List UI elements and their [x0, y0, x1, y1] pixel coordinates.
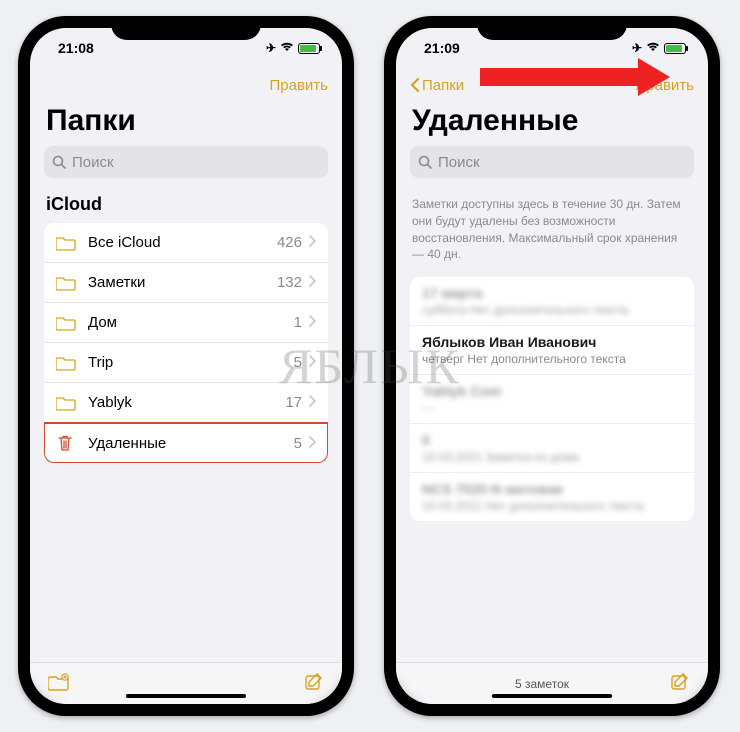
folder-label: Заметки: [88, 274, 277, 291]
chevron-right-icon: [308, 394, 316, 411]
annotation-arrow: [480, 58, 670, 94]
back-button[interactable]: Папки: [410, 77, 464, 94]
page-title: Удаленные: [396, 102, 708, 146]
folder-count: 5: [294, 435, 302, 452]
chevron-right-icon: [308, 274, 316, 291]
home-indicator[interactable]: [126, 694, 246, 698]
folder-count: 5: [294, 354, 302, 371]
note-title: NCS 7020-N матовая: [422, 481, 682, 497]
section-header: iCloud: [30, 188, 342, 215]
folder-row[interactable]: Trip5: [44, 343, 328, 383]
search-icon: [52, 155, 66, 169]
note-subtitle: 10.03.2021 Заметка из дома: [422, 450, 682, 464]
clock: 21:08: [58, 40, 94, 56]
folder-label: Yablyk: [88, 394, 285, 411]
folder-icon: [56, 355, 78, 371]
folder-label: Удаленные: [88, 435, 294, 452]
note-title: Яблыков Иван Иванович: [422, 334, 682, 350]
home-indicator[interactable]: [492, 694, 612, 698]
notch: [111, 16, 261, 40]
page-title: Папки: [30, 102, 342, 146]
note-subtitle: 10.03.2021 Нет дополнительного текста: [422, 499, 682, 513]
folder-list: Все iCloud426Заметки132Дом1Trip5Yablyk17…: [44, 223, 328, 463]
new-folder-button[interactable]: [48, 673, 70, 694]
folder-icon: [56, 395, 78, 411]
compose-button[interactable]: [670, 672, 690, 695]
status-icons: ✈: [632, 41, 686, 55]
folder-row[interactable]: Все iCloud426: [44, 223, 328, 263]
compose-button[interactable]: [304, 672, 324, 695]
airplane-icon: ✈: [266, 41, 276, 55]
battery-icon: [298, 43, 320, 54]
note-list: 17 марта суббота Нет дополнительного текс…: [410, 277, 694, 521]
chevron-right-icon: [308, 314, 316, 331]
footer-count: 5 заметок: [414, 677, 670, 691]
trash-icon: [56, 434, 78, 452]
note-subtitle: —: [422, 401, 682, 415]
chevron-left-icon: [410, 77, 420, 93]
note-row[interactable]: 0 10.03.2021 Заметка из дома: [410, 424, 694, 473]
note-title: 0: [422, 432, 682, 448]
phone-right: 21:09 ✈ Папки Править Удаленные: [384, 16, 720, 716]
folder-row[interactable]: Дом1: [44, 303, 328, 343]
airplane-icon: ✈: [632, 41, 642, 55]
chevron-right-icon: [308, 354, 316, 371]
folder-row[interactable]: Yablyk17: [44, 383, 328, 423]
battery-icon: [664, 43, 686, 54]
note-title: Yablyk Com: [422, 383, 682, 399]
info-text: Заметки доступны здесь в течение 30 дн. …: [396, 188, 708, 269]
folder-count: 1: [294, 314, 302, 331]
note-row[interactable]: 17 марта суббота Нет дополнительного текс…: [410, 277, 694, 326]
folder-count: 132: [277, 274, 302, 291]
chevron-right-icon: [308, 435, 316, 452]
note-row[interactable]: Яблыков Иван Иванович четверг Нет дополни…: [410, 326, 694, 375]
note-subtitle: суббота Нет дополнительного текста: [422, 303, 682, 317]
search-icon: [418, 155, 432, 169]
folder-label: Trip: [88, 354, 294, 371]
notch: [477, 16, 627, 40]
note-title: 17 марта: [422, 285, 682, 301]
note-row[interactable]: Yablyk Com —: [410, 375, 694, 424]
wifi-icon: [280, 41, 294, 55]
note-row[interactable]: NCS 7020-N матовая 10.03.2021 Нет дополни…: [410, 473, 694, 521]
folder-count: 426: [277, 234, 302, 251]
folder-row-deleted[interactable]: Удаленные5: [44, 423, 328, 463]
status-icons: ✈: [266, 41, 320, 55]
folder-label: Все iCloud: [88, 234, 277, 251]
nav-bar: Править: [30, 68, 342, 102]
chevron-right-icon: [308, 234, 316, 251]
folder-icon: [56, 315, 78, 331]
edit-button[interactable]: Править: [270, 77, 329, 94]
wifi-icon: [646, 41, 660, 55]
note-subtitle: четверг Нет дополнительного текста: [422, 352, 682, 366]
folder-icon: [56, 275, 78, 291]
search-input[interactable]: Поиск: [44, 146, 328, 178]
phone-left: 21:08 ✈ Править Папки Поиск iCloud Все: [18, 16, 354, 716]
folder-row[interactable]: Заметки132: [44, 263, 328, 303]
folder-label: Дом: [88, 314, 294, 331]
search-placeholder: Поиск: [72, 154, 114, 171]
back-label: Папки: [422, 77, 464, 94]
search-placeholder: Поиск: [438, 154, 480, 171]
folder-count: 17: [285, 394, 302, 411]
clock: 21:09: [424, 40, 460, 56]
folder-icon: [56, 235, 78, 251]
search-input[interactable]: Поиск: [410, 146, 694, 178]
